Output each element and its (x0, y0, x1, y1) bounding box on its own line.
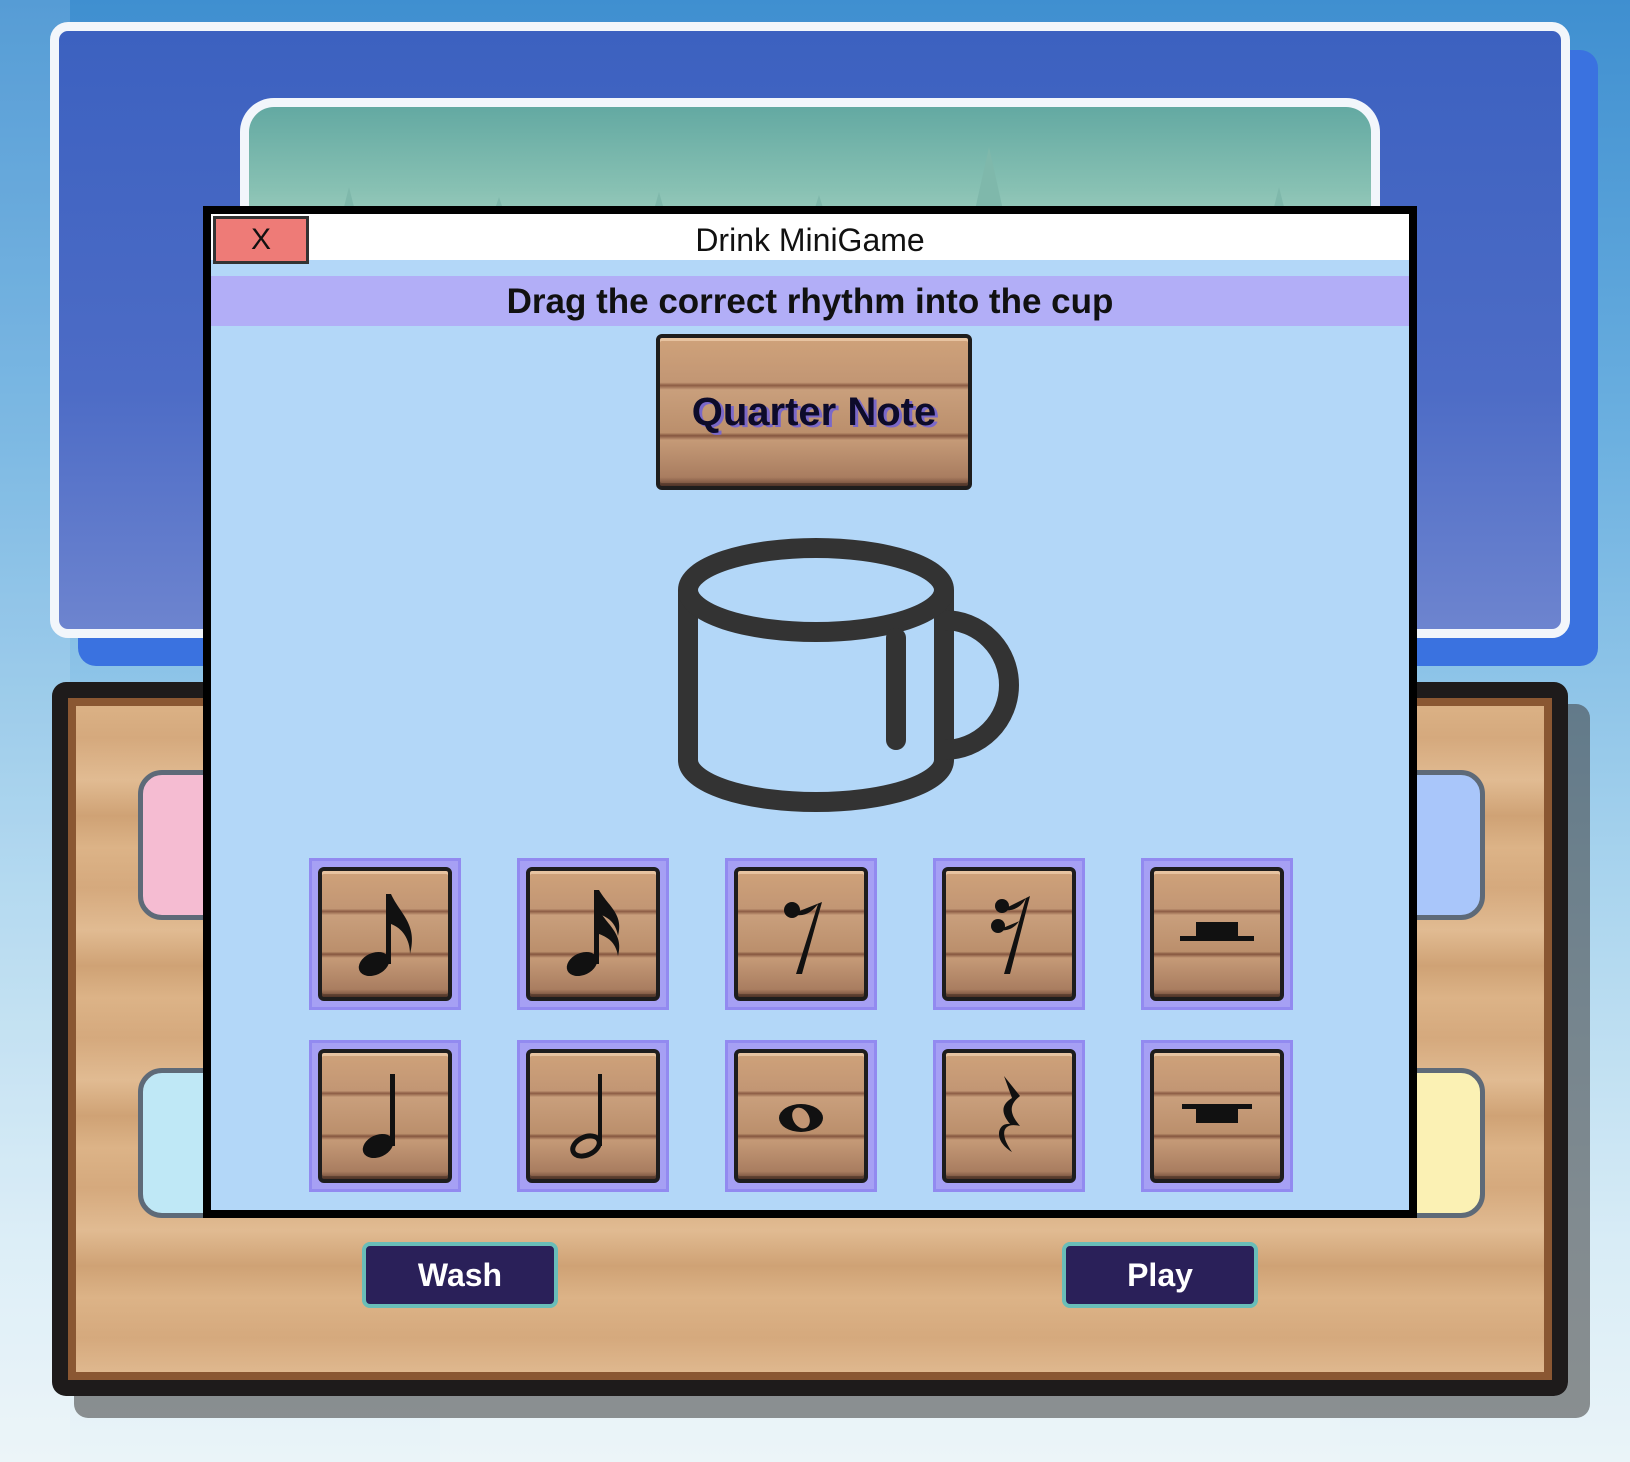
drink-minigame-modal: X Drink MiniGame Drag the correct rhythm… (203, 206, 1417, 1218)
rhythm-tile[interactable] (942, 1049, 1076, 1183)
rhythm-tile-slot[interactable] (517, 858, 669, 1010)
rhythm-tile[interactable] (942, 867, 1076, 1001)
rhythm-tile[interactable] (526, 1049, 660, 1183)
wash-button[interactable]: Wash (362, 1242, 558, 1308)
sixteenth-rest-icon (991, 896, 1030, 974)
instruction-banner: Drag the correct rhythm into the cup (211, 276, 1409, 326)
rhythm-tile[interactable] (318, 867, 452, 1001)
rhythm-tile-slot[interactable] (517, 1040, 669, 1192)
whole-note-icon (779, 1104, 823, 1132)
quarter-note-icon (362, 1074, 395, 1159)
half-note-icon (570, 1074, 602, 1159)
rhythm-tile[interactable] (318, 1049, 452, 1183)
modal-title: Drink MiniGame (695, 222, 925, 258)
eighth-rest-icon (784, 902, 822, 974)
modal-titlebar: X Drink MiniGame (211, 214, 1409, 268)
rhythm-tile-slot[interactable] (309, 1040, 461, 1192)
rhythm-tile-slot[interactable] (725, 858, 877, 1010)
eighth-note-icon (358, 894, 412, 977)
rhythm-tile-slot[interactable] (933, 1040, 1085, 1192)
rhythm-tile[interactable] (1150, 1049, 1284, 1183)
whole-rest-icon (1182, 1104, 1252, 1123)
rhythm-tile[interactable] (526, 867, 660, 1001)
rhythm-tile[interactable] (734, 867, 868, 1001)
play-button[interactable]: Play (1062, 1242, 1258, 1308)
cup-drop-target[interactable] (676, 530, 1026, 820)
sixteenth-note-icon (566, 890, 620, 977)
rhythm-tile-slot[interactable] (1141, 858, 1293, 1010)
rhythm-tile-slot[interactable] (309, 858, 461, 1010)
rhythm-tile-slot[interactable] (1141, 1040, 1293, 1192)
target-note-sign: Quarter Note (656, 334, 972, 490)
half-rest-icon (1180, 922, 1254, 941)
rhythm-tile[interactable] (1150, 867, 1284, 1001)
quarter-rest-icon (998, 1076, 1020, 1152)
rhythm-tile-slot[interactable] (933, 858, 1085, 1010)
rhythm-tile-slot[interactable] (725, 1040, 877, 1192)
target-note-label: Quarter Note (691, 389, 937, 434)
rhythm-tile[interactable] (734, 1049, 868, 1183)
